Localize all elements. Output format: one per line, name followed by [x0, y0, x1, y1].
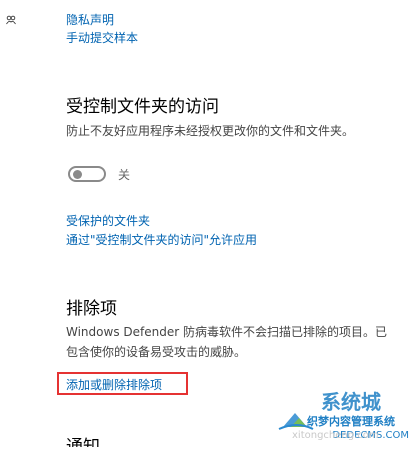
manual-submit-sample-link[interactable]: 手动提交样本	[66, 29, 138, 46]
people-icon	[6, 10, 16, 25]
watermark-tagline: 织梦内容管理系统	[307, 415, 395, 428]
watermark-site-name: 系统城	[321, 390, 381, 414]
watermark-sub-url: xitongcheng.com	[292, 430, 379, 441]
allow-app-through-controlled-folder-access-link[interactable]: 通过"受控制文件夹的访问"允许应用	[66, 231, 257, 248]
privacy-statement-link[interactable]: 隐私声明	[66, 11, 114, 28]
notifications-title-partial: 通知	[66, 437, 100, 447]
controlled-folder-access-toggle[interactable]	[68, 166, 106, 182]
exclusions-description-line1: Windows Defender 防病毒软件不会扫描已排除的项目。已	[66, 325, 387, 339]
toggle-state-label: 关	[118, 168, 131, 182]
controlled-folder-access-description: 防止不友好应用程序未经授权更改你的文件和文件夹。	[66, 124, 355, 138]
exclusions-description-line2: 包含使你的设备易受攻击的威胁。	[66, 345, 247, 359]
protected-folders-link[interactable]: 受保护的文件夹	[66, 212, 150, 229]
add-remove-exclusions-link[interactable]: 添加或删除排除项	[66, 376, 162, 393]
toggle-knob	[73, 170, 82, 179]
exclusions-title: 排除项	[66, 299, 117, 319]
controlled-folder-access-title: 受控制文件夹的访问	[66, 97, 219, 117]
